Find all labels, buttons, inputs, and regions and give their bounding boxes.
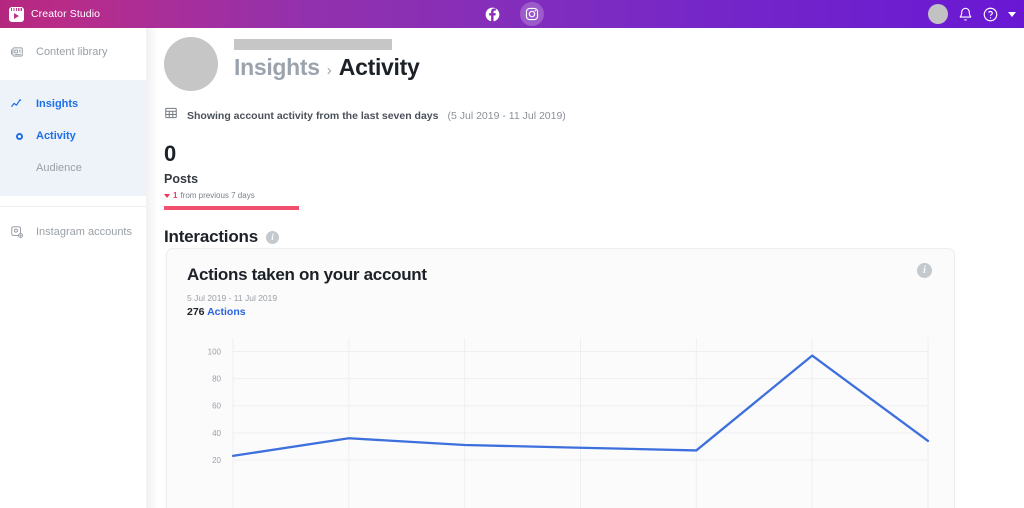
interactions-section-header: Interactions i <box>146 210 1024 247</box>
posts-delta-value: 1 <box>173 191 178 200</box>
sidebar-item-insights[interactable]: Insights <box>0 88 146 120</box>
svg-text:20: 20 <box>212 456 221 465</box>
insights-chart-icon <box>9 97 25 111</box>
main-content: Insights › Activity Showing account acti… <box>146 28 1024 508</box>
card-date-range: 5 Jul 2019 - 11 Jul 2019 <box>187 293 278 303</box>
channel-switcher <box>0 2 1024 26</box>
chart-svg: 20 40 60 80 100 <box>208 338 930 508</box>
topbar-actions <box>928 0 1016 28</box>
sidebar-item-activity[interactable]: Activity <box>0 120 146 152</box>
sidebar-item-label: Activity <box>36 130 76 142</box>
date-range-value: (5 Jul 2019 - 11 Jul 2019) <box>447 109 566 122</box>
user-avatar[interactable] <box>928 4 948 24</box>
info-icon[interactable]: i <box>917 263 932 278</box>
sidebar-item-label: Content library <box>36 46 108 58</box>
card-total-value: 276 <box>187 306 205 318</box>
activity-dot-icon <box>9 132 25 140</box>
sidebar-item-instagram-accounts[interactable]: Instagram accounts <box>0 206 146 246</box>
account-name-redacted <box>234 39 392 50</box>
actions-line-chart[interactable]: 20 40 60 80 100 <box>167 326 954 508</box>
posts-delta-text: from previous 7 days <box>180 191 255 200</box>
posts-stat: 0 Posts 1 from previous 7 days <box>146 125 1024 210</box>
svg-text:60: 60 <box>212 402 221 411</box>
calendar-table-icon <box>164 106 178 125</box>
sidebar-item-audience[interactable]: Audience <box>0 152 146 184</box>
instagram-icon <box>525 7 539 21</box>
instagram-accounts-icon <box>9 225 25 239</box>
breadcrumb: Insights › Activity <box>234 54 420 81</box>
svg-text:100: 100 <box>208 348 222 357</box>
date-range-note: Showing account activity from the last s… <box>146 91 1024 125</box>
date-range-label: Showing account activity from the last s… <box>187 109 439 122</box>
page-title: Activity <box>338 54 420 80</box>
card-title: Actions taken on your account <box>187 265 427 284</box>
account-avatar[interactable] <box>164 37 218 91</box>
interactions-title: Interactions <box>164 227 258 246</box>
posts-stat-value: 0 <box>164 141 177 166</box>
info-icon[interactable]: i <box>265 230 279 244</box>
card-total: 276 Actions <box>167 303 954 318</box>
card-total-link[interactable]: Actions <box>207 306 246 318</box>
breadcrumb-insights[interactable]: Insights <box>234 54 320 81</box>
sidebar-item-content-library[interactable]: Content library <box>0 36 146 68</box>
instagram-channel-button[interactable] <box>520 2 544 26</box>
posts-stat-label: Posts <box>164 172 199 186</box>
svg-text:80: 80 <box>212 375 221 384</box>
svg-text:40: 40 <box>212 429 221 438</box>
content-library-icon <box>9 45 25 59</box>
triangle-down-icon <box>164 193 170 198</box>
sidebar-item-label: Instagram accounts <box>36 225 132 238</box>
card-info-wrap: i <box>917 263 932 278</box>
facebook-channel-button[interactable] <box>480 2 504 26</box>
sidebar-item-label: Insights <box>36 98 79 110</box>
breadcrumb-separator-icon: › <box>326 62 332 79</box>
sidebar-group-insights: Insights Activity Audience <box>0 80 146 196</box>
actions-card: i Actions taken on your account 5 Jul 20… <box>166 248 955 508</box>
bell-icon[interactable] <box>958 7 973 22</box>
chevron-down-icon[interactable] <box>1008 11 1016 17</box>
facebook-icon <box>485 7 499 22</box>
help-circle-icon[interactable] <box>983 7 998 22</box>
sidebar-item-label: Audience <box>36 162 82 174</box>
top-navigation-bar: Creator Studio <box>0 0 1024 28</box>
sidebar: Content library Insights Activity Audien… <box>0 28 146 508</box>
page-header: Insights › Activity <box>146 28 1024 91</box>
posts-stat-delta: 1 from previous 7 days <box>164 191 1024 200</box>
